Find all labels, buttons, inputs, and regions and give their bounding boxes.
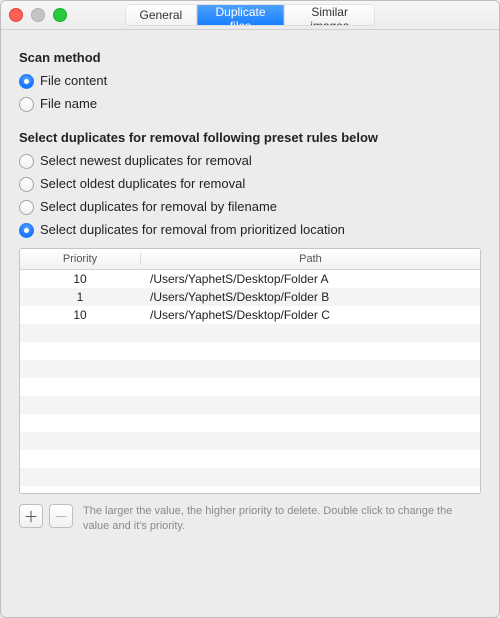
scan-method-title: Scan method bbox=[19, 50, 481, 65]
table-footer: ＋ － The larger the value, the higher pri… bbox=[19, 504, 481, 534]
rule-option-filename[interactable]: Select duplicates for removal by filenam… bbox=[19, 197, 481, 217]
cell-path: /Users/YaphetS/Desktop/Folder C bbox=[140, 308, 480, 322]
rule-option-location[interactable]: Select duplicates for removal from prior… bbox=[19, 220, 481, 240]
priority-table: Priority Path 10/Users/YaphetS/Desktop/F… bbox=[19, 248, 481, 494]
titlebar: General Duplicate files Similar images bbox=[1, 1, 499, 30]
header-path[interactable]: Path bbox=[141, 253, 480, 265]
radio-label: Select duplicates for removal from prior… bbox=[40, 220, 345, 240]
tab-segmented-control: General Duplicate files Similar images bbox=[126, 5, 375, 25]
rule-option-newest[interactable]: Select newest duplicates for removal bbox=[19, 151, 481, 171]
table-row bbox=[20, 486, 480, 493]
radio-label: Select newest duplicates for removal bbox=[40, 151, 252, 171]
remove-button[interactable]: － bbox=[49, 504, 73, 528]
table-row bbox=[20, 450, 480, 468]
cell-path: /Users/YaphetS/Desktop/Folder B bbox=[140, 290, 480, 304]
tab-general[interactable]: General bbox=[126, 5, 198, 25]
radio-icon bbox=[19, 177, 34, 192]
table-row[interactable]: 10/Users/YaphetS/Desktop/Folder C bbox=[20, 306, 480, 324]
scan-option-file-name[interactable]: File name bbox=[19, 94, 481, 114]
table-row bbox=[20, 378, 480, 396]
minimize-icon bbox=[31, 8, 45, 22]
table-row bbox=[20, 324, 480, 342]
radio-label: File content bbox=[40, 71, 107, 91]
table-row[interactable]: 1/Users/YaphetS/Desktop/Folder B bbox=[20, 288, 480, 306]
cell-priority: 1 bbox=[20, 290, 140, 304]
radio-label: Select oldest duplicates for removal bbox=[40, 174, 245, 194]
radio-icon bbox=[19, 200, 34, 215]
radio-label: File name bbox=[40, 94, 97, 114]
footer-hint: The larger the value, the higher priorit… bbox=[83, 504, 481, 534]
table-row bbox=[20, 432, 480, 450]
add-remove-buttons: ＋ － bbox=[19, 504, 73, 528]
close-icon[interactable] bbox=[9, 8, 23, 22]
add-button[interactable]: ＋ bbox=[19, 504, 43, 528]
minus-icon: － bbox=[53, 506, 68, 527]
radio-icon bbox=[19, 154, 34, 169]
radio-icon bbox=[19, 74, 34, 89]
table-row bbox=[20, 414, 480, 432]
content-area: Scan method File content File name Selec… bbox=[1, 30, 499, 546]
cell-priority: 10 bbox=[20, 308, 140, 322]
window-controls bbox=[9, 8, 67, 22]
rules-title: Select duplicates for removal following … bbox=[19, 130, 481, 145]
cell-priority: 10 bbox=[20, 272, 140, 286]
plus-icon: ＋ bbox=[23, 506, 38, 527]
rule-option-oldest[interactable]: Select oldest duplicates for removal bbox=[19, 174, 481, 194]
table-row bbox=[20, 468, 480, 486]
table-row bbox=[20, 396, 480, 414]
table-row bbox=[20, 342, 480, 360]
radio-label: Select duplicates for removal by filenam… bbox=[40, 197, 277, 217]
table-header: Priority Path bbox=[20, 249, 480, 270]
zoom-icon[interactable] bbox=[53, 8, 67, 22]
radio-icon bbox=[19, 223, 34, 238]
table-row[interactable]: 10/Users/YaphetS/Desktop/Folder A bbox=[20, 270, 480, 288]
table-row bbox=[20, 360, 480, 378]
table-body: 10/Users/YaphetS/Desktop/Folder A1/Users… bbox=[20, 270, 480, 493]
radio-icon bbox=[19, 97, 34, 112]
tab-similar-images[interactable]: Similar images bbox=[285, 5, 375, 25]
tab-duplicate-files[interactable]: Duplicate files bbox=[197, 5, 285, 25]
cell-path: /Users/YaphetS/Desktop/Folder A bbox=[140, 272, 480, 286]
preferences-window: General Duplicate files Similar images S… bbox=[0, 0, 500, 618]
scan-option-file-content[interactable]: File content bbox=[19, 71, 481, 91]
header-priority[interactable]: Priority bbox=[20, 253, 141, 265]
